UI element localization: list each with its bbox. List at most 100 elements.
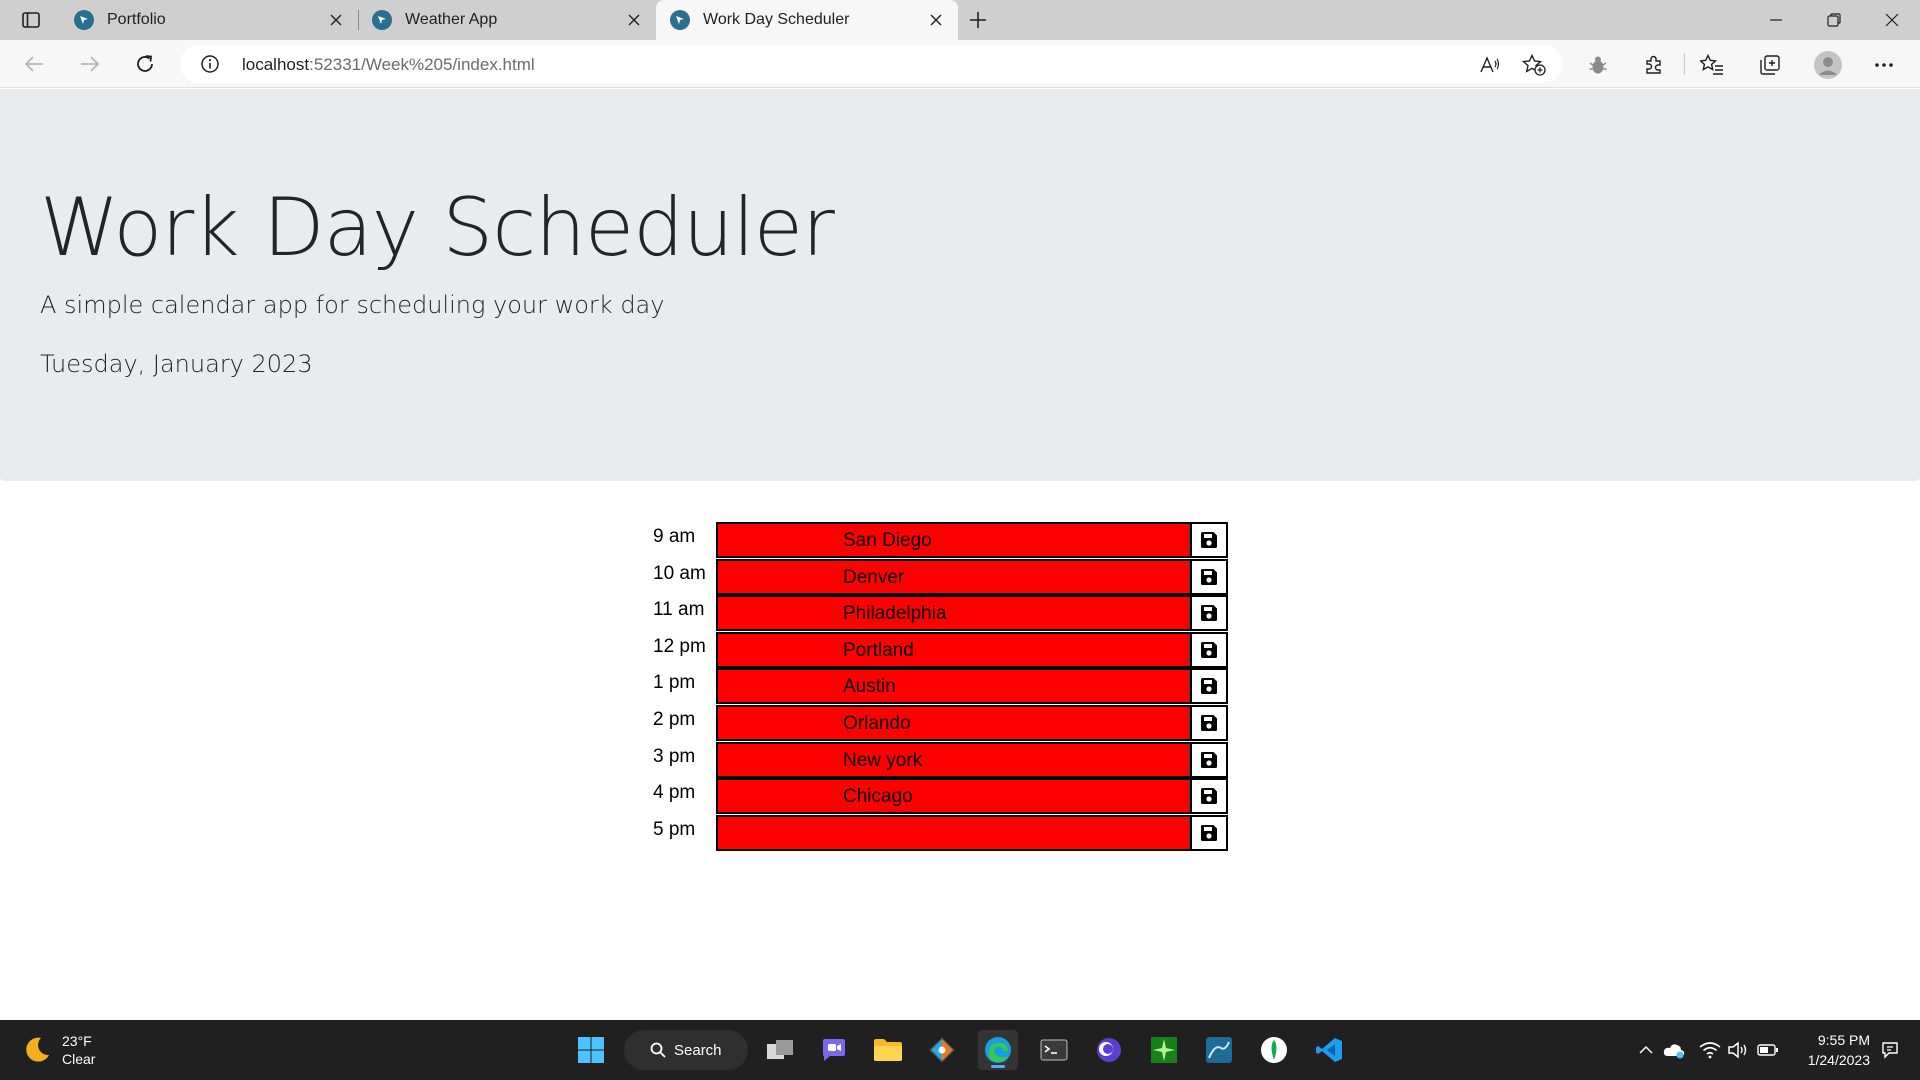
edge-browser-icon[interactable] <box>978 1030 1018 1070</box>
time-block-row: 5 pm <box>645 814 1230 852</box>
taskbar-search[interactable]: Search <box>624 1030 748 1070</box>
description-textarea[interactable]: San Diego <box>716 522 1191 558</box>
add-favorite-icon[interactable] <box>1522 53 1546 77</box>
hour-label: 11 am <box>653 599 705 621</box>
save-button[interactable] <box>1190 522 1228 558</box>
battery-icon[interactable] <box>1756 1038 1780 1062</box>
restore-button[interactable] <box>1806 0 1862 40</box>
vscode-icon[interactable] <box>1309 1030 1349 1070</box>
weather-temp: 23°F <box>62 1033 92 1049</box>
mongodb-compass-icon[interactable] <box>1254 1030 1294 1070</box>
hour-label: 5 pm <box>653 818 696 840</box>
save-floppy-icon <box>1201 714 1217 731</box>
onedrive-cloud-icon[interactable] <box>1662 1038 1686 1062</box>
wifi-icon[interactable] <box>1698 1038 1722 1062</box>
save-button[interactable] <box>1190 704 1228 741</box>
tab-close-icon[interactable] <box>624 10 644 30</box>
description-textarea[interactable] <box>716 814 1191 851</box>
extensions-icon[interactable] <box>1640 52 1668 78</box>
tab-work-day-scheduler[interactable]: Work Day Scheduler <box>656 0 958 40</box>
time-block-row: 11 am Philadelphia <box>645 595 1230 632</box>
site-info-icon[interactable] <box>200 54 220 74</box>
tab-weather-app[interactable]: Weather App <box>358 0 657 40</box>
app-purple-circle-icon[interactable] <box>1089 1030 1129 1070</box>
windows-logo-icon <box>578 1037 604 1063</box>
time-block-row: 9 am San Diego <box>645 522 1230 559</box>
tab-close-icon[interactable] <box>326 10 346 30</box>
save-button[interactable] <box>1190 668 1228 705</box>
description-text: New york <box>843 749 923 771</box>
save-floppy-icon <box>1201 532 1217 548</box>
description-textarea[interactable]: Orlando <box>716 704 1191 741</box>
description-textarea[interactable]: Philadelphia <box>716 595 1191 632</box>
tab-title: Portfolio <box>107 11 166 28</box>
save-button[interactable] <box>1190 595 1228 632</box>
back-button[interactable] <box>16 48 52 80</box>
tab-actions-icon[interactable] <box>14 6 48 34</box>
description-textarea[interactable]: Denver <box>716 558 1191 595</box>
file-explorer-icon[interactable] <box>868 1030 908 1070</box>
description-textarea[interactable]: Chicago <box>716 778 1191 815</box>
forward-button[interactable] <box>72 48 108 80</box>
time-block-row: 1 pm Austin <box>645 668 1230 705</box>
profile-avatar-icon[interactable] <box>1813 50 1843 80</box>
description-textarea[interactable]: Austin <box>716 668 1191 705</box>
site-favicon-icon <box>74 10 94 30</box>
terminal-icon[interactable] <box>1034 1030 1074 1070</box>
hour-label: 1 pm <box>653 672 696 694</box>
save-button[interactable] <box>1190 741 1228 778</box>
hour-label: 10 am <box>653 562 706 584</box>
clock-time: 9:55 PM <box>1817 1032 1870 1048</box>
system-clock[interactable]: 9:55 PM 1/24/2023 <box>1790 1030 1870 1070</box>
time-block-row: 3 pm New york <box>645 741 1230 779</box>
task-view-icon[interactable] <box>760 1030 800 1070</box>
description-text: San Diego <box>843 530 932 551</box>
mysql-workbench-icon[interactable] <box>1199 1030 1239 1070</box>
tab-title: Work Day Scheduler <box>703 11 850 28</box>
save-floppy-icon <box>1201 788 1217 805</box>
weather-widget[interactable]: 23°F Clear <box>22 1030 95 1070</box>
url-text[interactable]: localhost:52331/Week%205/index.html <box>242 55 535 75</box>
tab-portfolio[interactable]: Portfolio <box>60 0 359 40</box>
save-floppy-icon <box>1201 605 1217 622</box>
save-button[interactable] <box>1190 631 1228 668</box>
minimize-button[interactable] <box>1748 0 1804 40</box>
description-textarea[interactable]: Portland <box>716 631 1191 668</box>
moon-icon <box>26 1037 49 1062</box>
site-favicon-icon <box>372 10 392 30</box>
site-favicon-icon <box>670 10 690 30</box>
more-menu-icon[interactable] <box>1870 52 1898 78</box>
tab-title: Weather App <box>405 11 498 28</box>
notifications-icon[interactable] <box>1878 1038 1902 1062</box>
time-block-row: 2 pm Orlando <box>645 704 1230 742</box>
description-textarea[interactable]: New york <box>716 741 1191 778</box>
description-text: Philadelphia <box>843 603 947 625</box>
collections-icon[interactable] <box>1756 52 1784 78</box>
volume-icon[interactable] <box>1726 1038 1750 1062</box>
page-title: Work Day Scheduler <box>40 181 835 274</box>
search-label: Search <box>674 1041 722 1059</box>
description-text: Denver <box>843 566 905 588</box>
save-floppy-icon <box>1201 641 1217 658</box>
address-bar[interactable]: localhost:52331/Week%205/index.html <box>180 45 1562 83</box>
save-button[interactable] <box>1190 778 1228 815</box>
extension-bug-icon[interactable] <box>1584 52 1612 78</box>
new-tab-button[interactable] <box>963 6 993 34</box>
read-aloud-icon[interactable] <box>1478 53 1502 77</box>
git-client-icon[interactable] <box>922 1030 962 1070</box>
save-floppy-icon <box>1201 568 1217 585</box>
refresh-button[interactable] <box>127 48 163 80</box>
show-hidden-icons[interactable] <box>1634 1038 1658 1062</box>
save-button[interactable] <box>1190 558 1228 595</box>
close-window-button[interactable] <box>1864 0 1920 40</box>
save-floppy-icon <box>1201 751 1217 768</box>
save-button[interactable] <box>1190 814 1228 851</box>
tab-close-icon[interactable] <box>926 10 946 30</box>
hour-label: 2 pm <box>653 708 696 730</box>
app-green-star-icon[interactable] <box>1144 1030 1184 1070</box>
chat-icon[interactable] <box>814 1030 854 1070</box>
start-button[interactable] <box>571 1030 611 1070</box>
description-text: Orlando <box>843 712 911 734</box>
favorites-icon[interactable] <box>1698 52 1726 78</box>
windows-taskbar: 23°F Clear Search 9:55 PM 1/24/2023 <box>0 1020 1920 1080</box>
